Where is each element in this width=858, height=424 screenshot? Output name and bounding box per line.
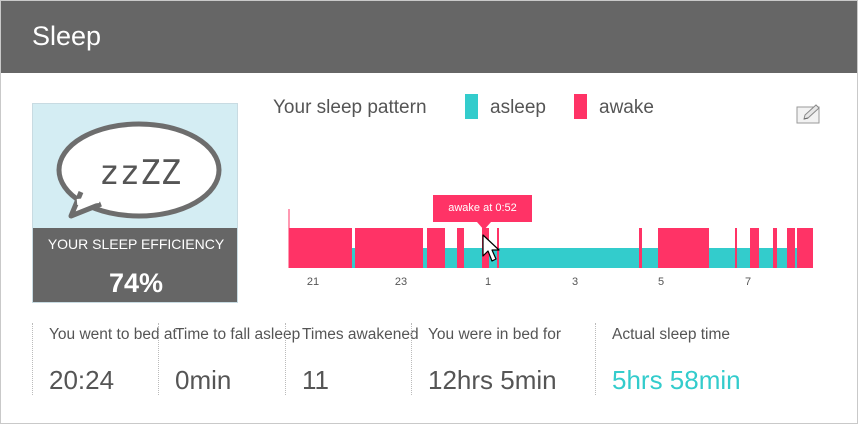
legend-awake-swatch xyxy=(574,94,587,119)
sleep-pattern-chart xyxy=(288,209,813,268)
zzz-text: zzZZ xyxy=(99,153,181,193)
stat-value: 0min xyxy=(175,365,232,395)
hour-tick: 23 xyxy=(394,276,408,288)
stat-label: You were in bed for xyxy=(428,326,561,343)
awake-segment xyxy=(750,228,759,268)
stat-value: 5hrs 58min xyxy=(612,365,741,395)
sleep-bubble-icon: zzZZ xyxy=(56,121,222,219)
panel-header: Sleep xyxy=(1,1,857,73)
sleep-efficiency-card: zzZZ YOUR SLEEP EFFICIENCY 74% xyxy=(32,103,238,303)
stat-fall-asleep: Time to fall asleep 0min xyxy=(158,323,300,395)
tooltip-arrow xyxy=(477,222,491,230)
stat-value: 11 xyxy=(302,365,329,395)
stat-in-bed: You were in bed for 12hrs 5min xyxy=(411,323,595,395)
legend-asleep-swatch xyxy=(465,94,478,119)
hour-tick: 7 xyxy=(744,276,752,288)
awake-segment xyxy=(289,228,352,268)
efficiency-label: YOUR SLEEP EFFICIENCY xyxy=(47,236,225,252)
hour-tick: 1 xyxy=(484,276,492,288)
sleep-panel: Sleep zzZZ YOUR SLEEP EFFICIENCY 74% You… xyxy=(0,0,858,424)
awake-segment xyxy=(639,228,642,268)
panel-title: Sleep xyxy=(32,21,102,51)
hour-tick: 5 xyxy=(657,276,665,288)
awake-segment xyxy=(658,228,709,268)
awake-segment xyxy=(427,228,445,268)
awake-segment xyxy=(773,228,777,268)
stat-bedtime: You went to bed at 20:24 xyxy=(32,323,177,395)
awake-segment xyxy=(787,228,795,268)
stat-value: 20:24 xyxy=(49,365,115,395)
awake-segment xyxy=(355,228,423,268)
pattern-title: Your sleep pattern xyxy=(273,97,427,118)
awake-segment xyxy=(735,228,737,268)
awake-segment xyxy=(797,228,813,268)
stat-actual-sleep: Actual sleep time 5hrs 58min xyxy=(595,323,796,395)
edit-icon[interactable] xyxy=(796,103,822,125)
hour-tick: 21 xyxy=(306,276,320,288)
stat-label: Actual sleep time xyxy=(612,326,731,343)
hour-tick: 3 xyxy=(571,276,579,288)
awake-segment xyxy=(457,228,464,268)
mouse-cursor-icon xyxy=(482,234,500,262)
stat-value: 12hrs 5min xyxy=(428,365,557,395)
legend-asleep-label: asleep xyxy=(490,97,546,118)
awake-tooltip: awake at 0:52 xyxy=(433,195,532,222)
legend-awake-label: awake xyxy=(599,97,654,118)
stat-awakened: Times awakened 11 xyxy=(285,323,419,395)
efficiency-band: YOUR SLEEP EFFICIENCY 74% xyxy=(33,228,237,302)
efficiency-value: 74% xyxy=(108,268,164,298)
